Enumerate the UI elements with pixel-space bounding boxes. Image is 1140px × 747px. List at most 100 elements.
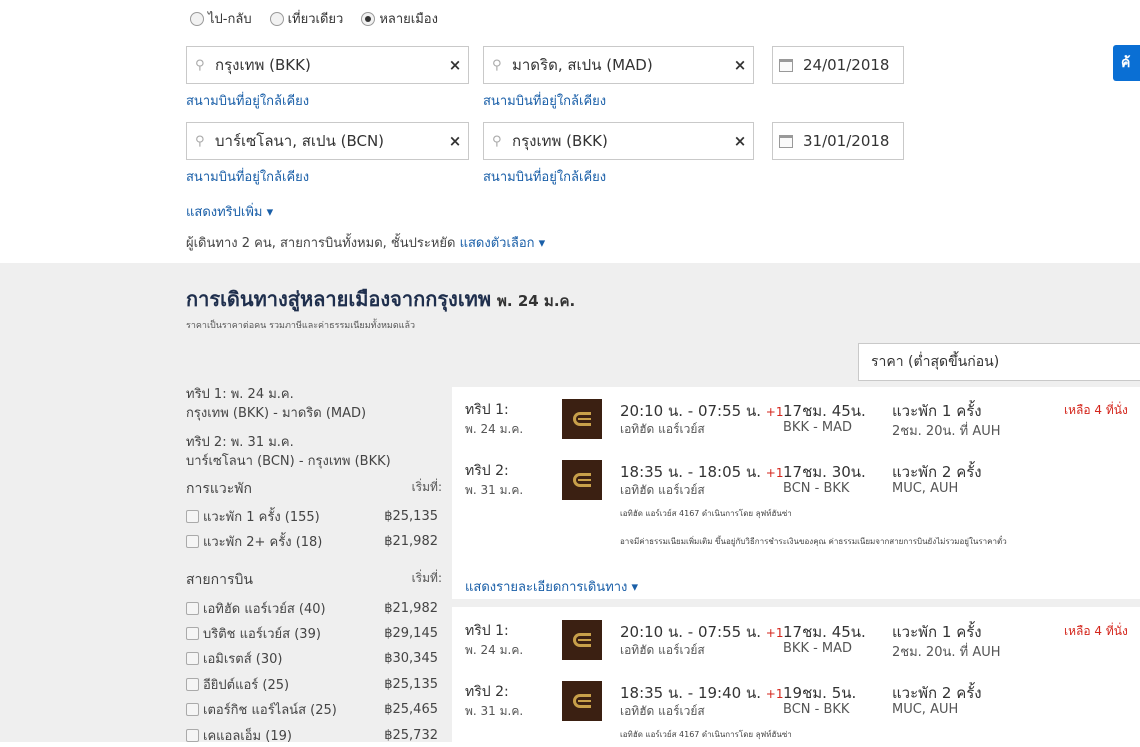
clear-icon[interactable]: × bbox=[727, 132, 753, 150]
radio-dot-selected[interactable] bbox=[361, 11, 376, 26]
filter-row[interactable]: เอทิฮัด แอร์เวย์ส (40) ฿21,982 bbox=[186, 598, 438, 619]
leg-airline: เอทิฮัด แอร์เวย์ส bbox=[620, 704, 705, 718]
filter-price: ฿30,345 bbox=[384, 651, 438, 666]
origin-value: บาร์เซโลนา, สเปน (BCN) bbox=[215, 132, 385, 150]
leg-via: MUC, AUH bbox=[892, 481, 959, 496]
checkbox[interactable] bbox=[186, 703, 199, 716]
trip-type-group: ไป-กลับ เที่ยวเดียว หลายเมือง bbox=[190, 8, 438, 29]
checkbox[interactable] bbox=[186, 510, 199, 523]
checkbox[interactable] bbox=[186, 678, 199, 691]
leg-route: BKK - MAD bbox=[783, 641, 853, 656]
results-title-text: การเดินทางสู่หลายเมืองจากกรุงเทพ bbox=[186, 287, 492, 311]
show-options-link[interactable]: แสดงตัวเลือก ▾ bbox=[460, 236, 546, 251]
radio-dot[interactable] bbox=[190, 11, 204, 26]
clear-icon[interactable]: × bbox=[727, 56, 753, 74]
filter-label: บริติช แอร์เวย์ส (39) bbox=[203, 627, 321, 642]
show-details-link[interactable]: แสดงรายละเอียดการเดินทาง ▾ bbox=[465, 576, 638, 597]
results-title: การเดินทางสู่หลายเมืองจากกรุงเทพ พ. 24 ม.… bbox=[186, 283, 575, 315]
etihad-logo-icon bbox=[562, 681, 602, 721]
leg-airline: เอทิฮัด แอร์เวย์ส bbox=[620, 483, 705, 497]
origin-field-1[interactable]: ⚲ กรุงเทพ (BKK) × bbox=[186, 46, 469, 84]
filter-price: ฿25,465 bbox=[384, 702, 438, 717]
sidebar-trip2-route: บาร์เซโลนา (BCN) - กรุงเทพ (BKK) bbox=[186, 454, 391, 469]
date-value: 24/01/2018 bbox=[803, 56, 890, 74]
checkbox[interactable] bbox=[186, 627, 199, 640]
fee-note: อาจมีค่าธรรมเนียมเพิ่มเติม ขึ้นอยู่กับวิ… bbox=[620, 537, 1007, 546]
origin-field-2[interactable]: ⚲ บาร์เซโลนา, สเปน (BCN) × bbox=[186, 122, 469, 160]
filter-label-group: เอทิฮัด แอร์เวย์ส (40) bbox=[186, 598, 326, 619]
radio-round-trip[interactable]: ไป-กลับ bbox=[190, 8, 252, 29]
next-day-badge: +1 bbox=[765, 626, 784, 640]
leg-times-text: 18:35 น. - 19:40 น. bbox=[620, 684, 761, 702]
leg-route: BCN - BKK bbox=[783, 481, 850, 496]
filter-row[interactable]: เอมิเรตส์ (30) ฿30,345 bbox=[186, 648, 438, 669]
destination-value: มาดริด, สเปน (MAD) bbox=[512, 56, 653, 74]
filter-label-group: เตอร์กิช แอร์ไลน์ส (25) bbox=[186, 699, 337, 720]
location-pin-icon: ⚲ bbox=[195, 57, 205, 73]
leg-trip-label: ทริป 1: bbox=[465, 623, 509, 639]
location-pin-icon: ⚲ bbox=[492, 133, 502, 149]
next-day-badge: +1 bbox=[765, 466, 784, 480]
flight-result-card[interactable]: ทริป 1: พ. 24 ม.ค. 20:10 น. - 07:55 น. +… bbox=[452, 607, 1140, 747]
filter-label: อียิปต์แอร์ (25) bbox=[203, 678, 290, 693]
filter-row[interactable]: เตอร์กิช แอร์ไลน์ส (25) ฿25,465 bbox=[186, 699, 438, 720]
filter-label: เตอร์กิช แอร์ไลน์ส (25) bbox=[203, 703, 337, 718]
clear-icon[interactable]: × bbox=[442, 132, 468, 150]
leg-airline: เอทิฮัด แอร์เวย์ส bbox=[620, 643, 705, 657]
price-note: ราคาเป็นราคาต่อคน รวมภาษีและค่าธรรมเนียม… bbox=[186, 321, 416, 331]
leg-trip-label: ทริป 1: bbox=[465, 402, 509, 418]
nearby-airports-link[interactable]: สนามบินที่อยู่ใกล้เคียง bbox=[186, 166, 309, 187]
radio-multi-city[interactable]: หลายเมือง bbox=[361, 8, 438, 29]
filter-row[interactable]: แวะพัก 2+ ครั้ง (18) ฿21,982 bbox=[186, 531, 438, 552]
operated-by-note: เอทิฮัด แอร์เวย์ส 4167 ดำเนินการโดย ลุฟท… bbox=[620, 730, 792, 739]
nearby-airports-link[interactable]: สนามบินที่อยู่ใกล้เคียง bbox=[186, 90, 309, 111]
leg-via: 2ชม. 20น. ที่ AUH bbox=[892, 424, 1001, 439]
filter-label-group: แวะพัก 1 ครั้ง (155) bbox=[186, 506, 320, 527]
leg-trip-label: ทริป 2: bbox=[465, 463, 509, 479]
clear-icon[interactable]: × bbox=[442, 56, 468, 74]
filter-label-group: เอมิเรตส์ (30) bbox=[186, 648, 282, 669]
calendar-icon bbox=[779, 58, 793, 72]
checkbox[interactable] bbox=[186, 602, 199, 615]
radio-one-way[interactable]: เที่ยวเดียว bbox=[269, 8, 343, 29]
sort-select[interactable]: ราคา (ต่ำสุดขึ้นก่อน) bbox=[858, 343, 1140, 381]
checkbox[interactable] bbox=[186, 729, 199, 742]
date-field-2[interactable]: 31/01/2018 bbox=[772, 122, 904, 160]
flight-result-card[interactable]: ทริป 1: พ. 24 ม.ค. 20:10 น. - 07:55 น. +… bbox=[452, 387, 1140, 599]
destination-field-2[interactable]: ⚲ กรุงเทพ (BKK) × bbox=[483, 122, 754, 160]
show-more-trips-link[interactable]: แสดงทริปเพิ่ม ▾ bbox=[186, 201, 273, 222]
leg-route: BCN - BKK bbox=[783, 702, 850, 717]
next-day-badge: +1 bbox=[765, 405, 784, 419]
leg-airline: เอทิฮัด แอร์เวย์ส bbox=[620, 422, 705, 436]
nearby-airports-link[interactable]: สนามบินที่อยู่ใกล้เคียง bbox=[483, 90, 606, 111]
radio-label: หลายเมือง bbox=[379, 12, 438, 27]
search-button[interactable]: ค้ bbox=[1113, 45, 1140, 81]
logo-mark bbox=[573, 694, 591, 708]
filter-label: เคแอลเอ็ม (19) bbox=[203, 729, 292, 744]
sidebar-trip1-label: ทริป 1: พ. 24 ม.ค. bbox=[186, 387, 294, 402]
date-field-1[interactable]: 24/01/2018 bbox=[772, 46, 904, 84]
sidebar-trip2-label: ทริป 2: พ. 31 ม.ค. bbox=[186, 435, 294, 450]
filter-row[interactable]: อียิปต์แอร์ (25) ฿25,135 bbox=[186, 674, 438, 695]
filter-row[interactable]: แวะพัก 1 ครั้ง (155) ฿25,135 bbox=[186, 506, 438, 527]
filter-label: แวะพัก 1 ครั้ง (155) bbox=[203, 510, 320, 525]
filter-price: ฿25,135 bbox=[384, 677, 438, 692]
location-pin-icon: ⚲ bbox=[195, 133, 205, 149]
results-title-date: พ. 24 ม.ค. bbox=[497, 292, 576, 310]
destination-field-1[interactable]: ⚲ มาดริด, สเปน (MAD) × bbox=[483, 46, 754, 84]
leg-date: พ. 24 ม.ค. bbox=[465, 422, 524, 436]
filter-label-group: บริติช แอร์เวย์ส (39) bbox=[186, 623, 321, 644]
filter-row[interactable]: บริติช แอร์เวย์ส (39) ฿29,145 bbox=[186, 623, 438, 644]
leg-via: 2ชม. 20น. ที่ AUH bbox=[892, 645, 1001, 660]
logo-mark bbox=[573, 633, 591, 647]
checkbox[interactable] bbox=[186, 535, 199, 548]
checkbox[interactable] bbox=[186, 652, 199, 665]
filter-row[interactable]: เคแอลเอ็ม (19) ฿25,732 bbox=[186, 725, 438, 746]
stops-filter-header: การแวะพัก เริ่มที่: bbox=[186, 478, 442, 500]
nearby-airports-link[interactable]: สนามบินที่อยู่ใกล้เคียง bbox=[483, 166, 606, 187]
airlines-heading: สายการบิน bbox=[186, 572, 253, 588]
filter-price: ฿21,982 bbox=[384, 534, 438, 549]
radio-dot[interactable] bbox=[269, 11, 284, 26]
leg-via: MUC, AUH bbox=[892, 702, 959, 717]
next-day-badge: +1 bbox=[765, 687, 784, 701]
